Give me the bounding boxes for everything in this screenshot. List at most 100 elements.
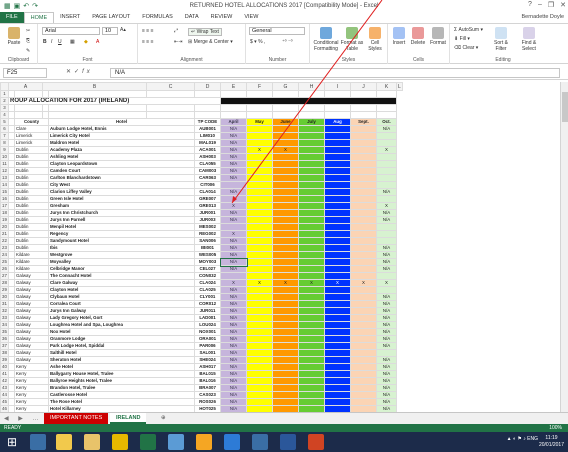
- hotel-cell[interactable]: Salthill Hotel: [48, 349, 195, 357]
- county-cell[interactable]: Kerry: [14, 398, 49, 406]
- oct-cell[interactable]: N/A: [376, 258, 397, 266]
- oct-cell[interactable]: X: [376, 279, 397, 287]
- oct-cell[interactable]: [376, 195, 397, 203]
- july-cell[interactable]: [298, 230, 325, 238]
- june-cell[interactable]: [272, 216, 299, 224]
- cell[interactable]: [220, 104, 247, 112]
- county-cell[interactable]: Dublin: [14, 209, 49, 217]
- aug-cell[interactable]: [324, 139, 351, 147]
- tp-code-cell[interactable]: CLY001: [194, 293, 221, 301]
- may-cell[interactable]: [246, 265, 273, 273]
- row-number[interactable]: 42: [0, 377, 9, 385]
- sept-cell[interactable]: [350, 202, 377, 210]
- june-cell[interactable]: [272, 321, 299, 329]
- column-header-e[interactable]: E: [220, 82, 247, 91]
- sept-cell[interactable]: [350, 146, 377, 154]
- hotel-cell[interactable]: Limerick City Hotel: [48, 132, 195, 140]
- oct-cell[interactable]: N/A: [376, 125, 397, 133]
- county-cell[interactable]: Galway: [14, 286, 49, 294]
- county-cell[interactable]: Galway: [14, 314, 49, 322]
- april-cell[interactable]: N/A: [220, 153, 247, 161]
- april-cell[interactable]: N/A: [220, 370, 247, 378]
- tp-code-cell[interactable]: LAD001: [194, 314, 221, 322]
- hotel-cell[interactable]: Sheraton Hotel: [48, 356, 195, 364]
- column-header-i[interactable]: I: [324, 82, 351, 91]
- sept-cell[interactable]: [350, 244, 377, 252]
- aug-cell[interactable]: [324, 216, 351, 224]
- may-cell[interactable]: [246, 293, 273, 301]
- minimize-button[interactable]: –: [538, 1, 542, 9]
- row-number[interactable]: 4: [0, 111, 9, 119]
- aug-cell[interactable]: X: [324, 279, 351, 287]
- cell[interactable]: [146, 90, 195, 98]
- june-cell[interactable]: [272, 188, 299, 196]
- cell[interactable]: [350, 104, 377, 112]
- cell[interactable]: [376, 90, 397, 98]
- oct-cell[interactable]: [376, 174, 397, 182]
- aug-cell[interactable]: [324, 356, 351, 364]
- april-cell[interactable]: N/A: [220, 188, 247, 196]
- county-cell[interactable]: Dublin: [14, 188, 49, 196]
- june-cell[interactable]: [272, 202, 299, 210]
- hotel-cell[interactable]: Sandymount Hotel: [48, 237, 195, 245]
- county-cell[interactable]: Galway: [14, 356, 49, 364]
- may-cell[interactable]: [246, 363, 273, 371]
- active-cell[interactable]: N/A: [219, 257, 248, 267]
- july-cell[interactable]: [298, 223, 325, 231]
- column-header-f[interactable]: F: [246, 82, 273, 91]
- county-cell[interactable]: Dublin: [14, 174, 49, 182]
- oct-cell[interactable]: [376, 286, 397, 294]
- hotel-cell[interactable]: The Rose Hotel: [48, 398, 195, 406]
- june-cell[interactable]: [272, 272, 299, 280]
- ppt-taskbar-icon[interactable]: [308, 434, 324, 450]
- county-cell[interactable]: Limerick: [14, 139, 49, 147]
- july-cell[interactable]: [298, 349, 325, 357]
- tp-code-cell[interactable]: CON032: [194, 272, 221, 280]
- oct-cell[interactable]: [376, 132, 397, 140]
- county-cell[interactable]: Kildare: [14, 258, 49, 266]
- may-cell[interactable]: [246, 328, 273, 336]
- tp-code-cell[interactable]: ASH017: [194, 363, 221, 371]
- merge-center-button[interactable]: ⊞ Merge & Center ▾: [188, 39, 233, 45]
- may-cell[interactable]: [246, 237, 273, 245]
- sept-cell[interactable]: [350, 258, 377, 266]
- tp-code-cell[interactable]: REG002: [194, 230, 221, 238]
- april-cell[interactable]: N/A: [220, 160, 247, 168]
- row-number[interactable]: 39: [0, 356, 9, 364]
- aug-cell[interactable]: [324, 370, 351, 378]
- sept-cell[interactable]: [350, 370, 377, 378]
- hotel-cell[interactable]: Gresham: [48, 202, 195, 210]
- cell[interactable]: [376, 104, 397, 112]
- column-header-h[interactable]: H: [298, 82, 325, 91]
- row-number[interactable]: 40: [0, 363, 9, 371]
- row-number[interactable]: 16: [0, 195, 9, 203]
- june-cell[interactable]: [272, 139, 299, 147]
- format-painter-icon[interactable]: ✎: [26, 48, 30, 54]
- aug-cell[interactable]: [324, 230, 351, 238]
- hotel-cell[interactable]: Academy Plaza: [48, 146, 195, 154]
- july-cell[interactable]: [298, 363, 325, 371]
- oct-cell[interactable]: [376, 167, 397, 175]
- july-cell[interactable]: [298, 125, 325, 133]
- hotel-cell[interactable]: Menpil Hotel: [48, 223, 195, 231]
- may-cell[interactable]: [246, 335, 273, 343]
- oct-cell[interactable]: N/A: [376, 209, 397, 217]
- sept-cell[interactable]: [350, 223, 377, 231]
- county-cell[interactable]: Dublin: [14, 223, 49, 231]
- sept-cell[interactable]: [350, 160, 377, 168]
- tp-code-cell[interactable]: COR012: [194, 300, 221, 308]
- june-cell[interactable]: [272, 363, 299, 371]
- oct-cell[interactable]: N/A: [376, 356, 397, 364]
- tp-code-cell[interactable]: GRE013: [194, 202, 221, 210]
- aug-cell[interactable]: [324, 349, 351, 357]
- sept-cell[interactable]: [350, 265, 377, 273]
- april-cell[interactable]: N/A: [220, 251, 247, 259]
- tp-code-cell[interactable]: ACA001: [194, 146, 221, 154]
- july-cell[interactable]: [298, 272, 325, 280]
- column-header-d[interactable]: D: [194, 82, 221, 91]
- oct-cell[interactable]: X: [376, 202, 397, 210]
- county-cell[interactable]: Galway: [14, 349, 49, 357]
- oct-cell[interactable]: [376, 237, 397, 245]
- april-cell[interactable]: N/A: [220, 377, 247, 385]
- tp-code-cell[interactable]: JUR011: [194, 307, 221, 315]
